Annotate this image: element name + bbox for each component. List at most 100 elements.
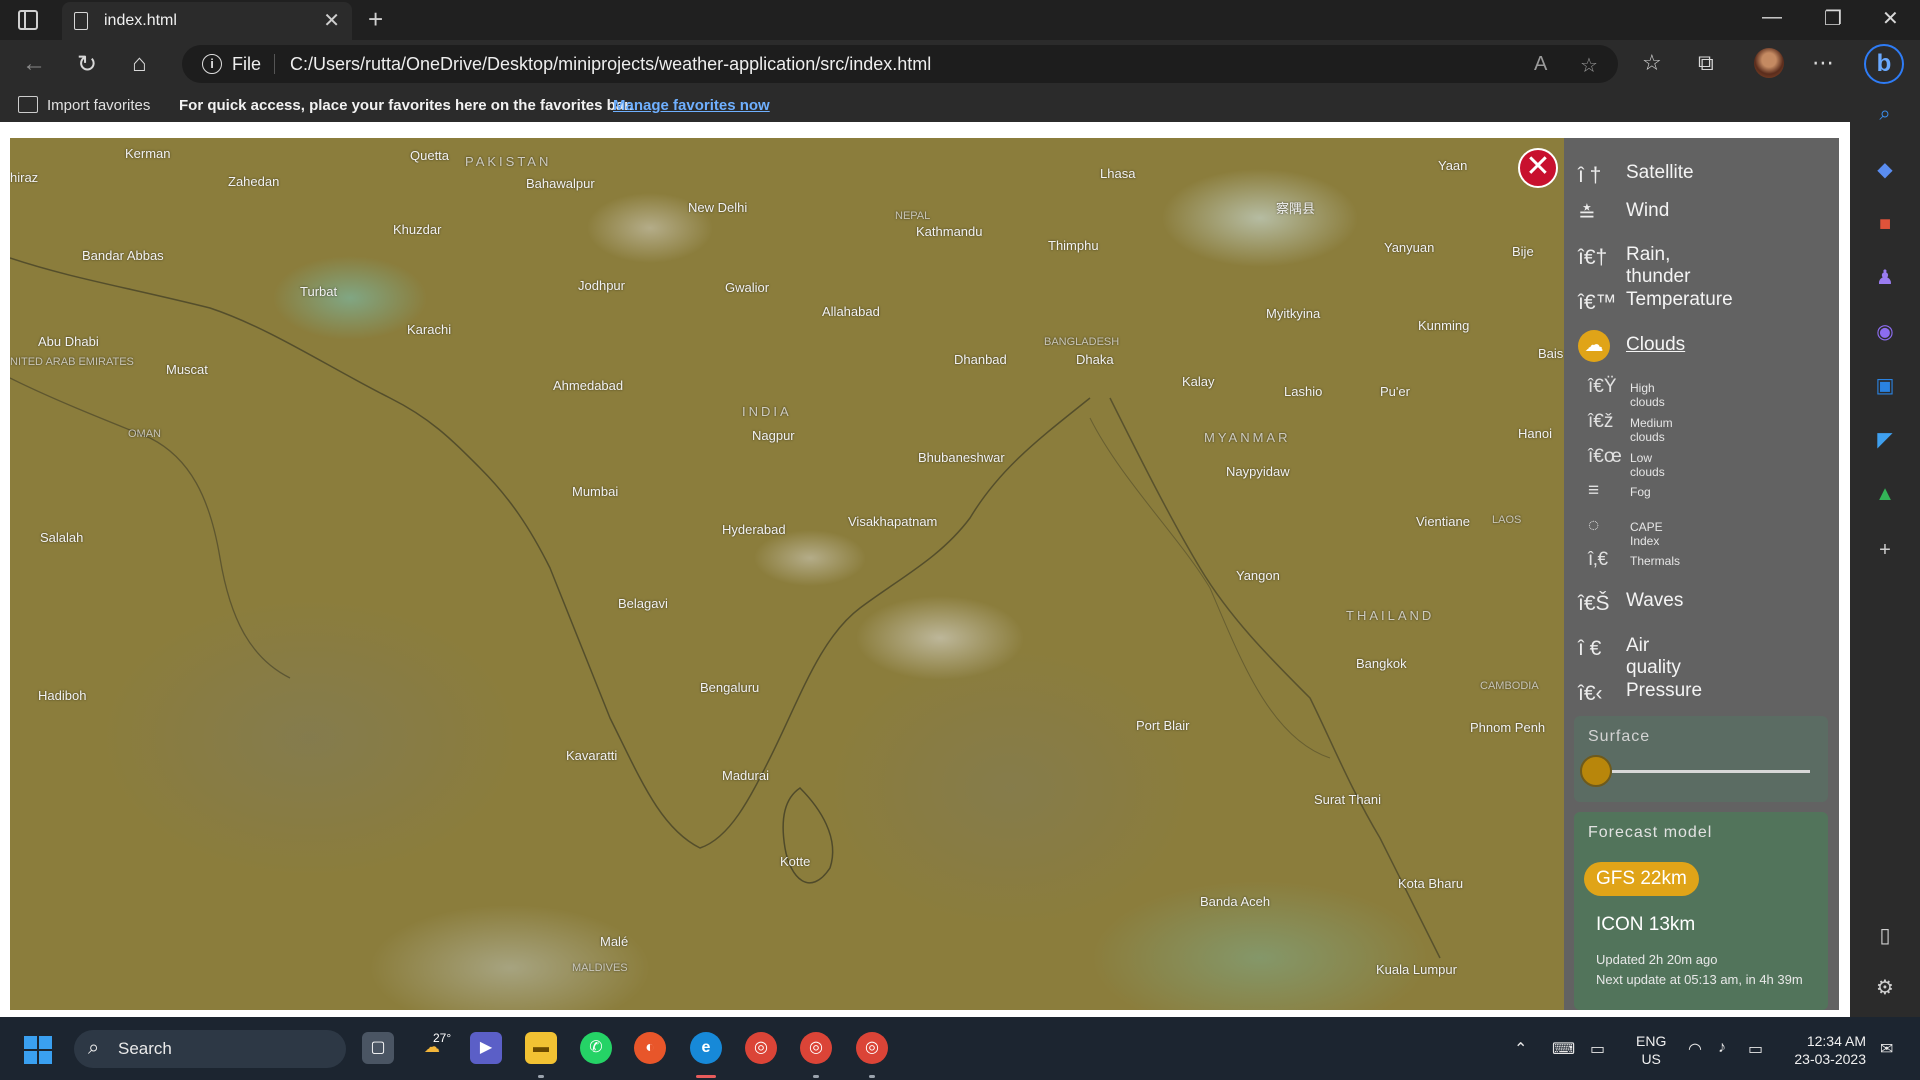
firefox-icon[interactable]: ◐ [634,1032,666,1064]
map-label: Muscat [166,362,208,377]
refresh-icon[interactable]: ↻ [77,50,97,79]
file-explorer-icon[interactable]: ▬ [525,1032,557,1064]
map-label: INDIA [742,404,792,419]
info-icon[interactable]: i [202,54,222,74]
map-label: Ahmedabad [553,378,624,393]
sidebar-settings-icon[interactable]: ⚙ [1873,976,1897,1000]
import-favorites-icon[interactable] [18,96,38,113]
chrome-profile-icon[interactable]: ◎ [800,1032,832,1064]
altitude-slider-handle[interactable] [1580,755,1612,787]
chrome-profile-d-icon[interactable]: ◎ [856,1032,888,1064]
task-view-icon[interactable]: ▢ [362,1032,394,1064]
map-label: Bangkok [1356,656,1407,671]
whatsapp-icon[interactable]: ✆ [580,1032,612,1064]
clock-time: 12:34 AM [1806,1033,1866,1049]
map-label: Dhaka [1076,352,1114,367]
games-icon[interactable]: ♟ [1873,266,1897,290]
map-label: New Delhi [688,200,748,215]
minimize-button[interactable]: — [1762,6,1782,29]
map-label: Lashio [1284,384,1323,399]
url-text[interactable]: C:/Users/rutta/OneDrive/Desktop/miniproj… [290,54,931,75]
collections-icon[interactable]: ⧉ [1698,50,1714,76]
tab-actions-icon[interactable] [18,10,38,30]
model-option-gfs[interactable]: GFS 22km [1584,862,1699,896]
back-arrow-icon[interactable]: ← [22,50,46,78]
map-label: Thimphu [1048,238,1099,253]
map-label: PAKISTAN [465,154,552,169]
map-label: Bhubaneshwar [918,450,1005,465]
map-label: Yaan [1438,158,1468,173]
altitude-slider-track[interactable] [1612,770,1810,773]
edge-icon[interactable]: e [690,1032,722,1064]
system-clock[interactable]: 12:34 AM 23-03-2023 [1786,1032,1866,1068]
close-map-button[interactable]: ✕ [1518,148,1558,188]
map-label: Port Blair [1136,718,1190,733]
new-tab-button[interactable]: + [368,4,383,35]
tab-title: index.html [104,12,177,29]
clock-date: 23-03-2023 [1794,1051,1866,1067]
shopping-tag-icon[interactable]: ◆ [1873,158,1897,182]
coastline-overlay [10,257,1441,959]
active-app-indicator [696,1075,716,1078]
address-bar[interactable]: i File C:/Users/rutta/OneDrive/Desktop/m… [182,45,1618,83]
drop-send-icon[interactable]: ◤ [1873,428,1897,452]
tab-close-icon[interactable]: ✕ [323,8,340,33]
favorites-icon[interactable]: ☆ [1642,50,1662,76]
map-label: Yangon [1236,568,1280,583]
medium-clouds-icon: î€ž [1588,411,1614,432]
profile-avatar[interactable] [1754,48,1784,78]
teams-chat-icon[interactable]: ▶ [470,1032,502,1064]
wifi-icon[interactable]: ◠ [1688,1039,1702,1059]
page-content: Kerman Quetta PAKISTAN hiraz Zahedan Bah… [0,122,1850,1017]
taskbar-search-label: Search [118,1039,172,1058]
file-icon [74,12,88,30]
microsoft-365-icon[interactable]: ◉ [1873,320,1897,344]
satellite-icon: î † [1578,164,1602,187]
read-aloud-icon[interactable]: A [1534,53,1547,76]
layers-menu: î † Satellite ≛ Wind î€† Rain, thunder î… [1564,138,1839,1010]
tools-briefcase-icon[interactable]: ■ [1873,212,1897,236]
windows-start-icon[interactable] [24,1036,52,1064]
add-sidebar-app-icon[interactable]: + [1873,538,1897,562]
map-label: Kunming [1418,318,1470,333]
hide-sidebar-icon[interactable]: ▯ [1873,924,1897,948]
language-indicator[interactable]: ENG US [1636,1032,1666,1068]
wind-icon: ≛ [1578,203,1596,226]
more-menu-icon[interactable]: ⋯ [1812,50,1834,76]
keyboard-icon[interactable]: ⌨ [1552,1039,1575,1059]
import-favorites-button[interactable]: Import favorites [47,97,150,114]
language-region: US [1641,1051,1661,1067]
map-label: Madurai [722,768,769,783]
address-bar-row: ← ↻ ⌂ i File C:/Users/rutta/OneDrive/Des… [0,40,1920,88]
chrome-icon[interactable]: ◎ [745,1032,777,1064]
map-label: MALDIVES [572,962,628,974]
tree-icon[interactable]: ▲ [1873,482,1897,506]
search-icon[interactable]: ⌕ [1873,102,1897,126]
weather-map[interactable]: Kerman Quetta PAKISTAN hiraz Zahedan Bah… [10,138,1564,1010]
volume-icon[interactable]: ♪ [1718,1039,1726,1057]
map-label: Turbat [300,284,338,299]
map-label: Mumbai [572,484,619,499]
show-hidden-icons-chevron-icon[interactable]: ⌃ [1514,1039,1527,1059]
map-label: Abu Dhabi [38,334,99,349]
map-label: Kalay [1182,374,1215,389]
forecast-model-title: Forecast model [1588,824,1713,841]
battery-icon[interactable]: ▭ [1748,1039,1763,1059]
model-option-icon[interactable]: ICON 13km [1584,908,1707,942]
restore-button[interactable]: ❐ [1824,6,1842,31]
favorites-bar: Import favorites For quick access, place… [0,88,1920,122]
outlook-icon[interactable]: ▣ [1873,374,1897,398]
map-label: Myitkyina [1266,306,1321,321]
bing-copilot-icon[interactable]: b [1864,44,1904,84]
home-icon[interactable]: ⌂ [132,50,147,78]
map-label: NEPAL [895,210,931,222]
notifications-icon[interactable]: ✉ [1880,1039,1893,1059]
manage-favorites-link[interactable]: Manage favorites now [613,97,770,114]
tab-index-html[interactable]: index.html ✕ [62,2,352,40]
taskbar-search[interactable]: ⌕ Search [74,1030,346,1068]
add-favorite-icon[interactable]: ☆ [1580,53,1598,78]
close-window-button[interactable]: ✕ [1882,6,1899,31]
display-icon[interactable]: ▭ [1590,1039,1605,1059]
running-indicator [813,1075,819,1078]
low-clouds-icon: î€œ [1588,446,1622,467]
